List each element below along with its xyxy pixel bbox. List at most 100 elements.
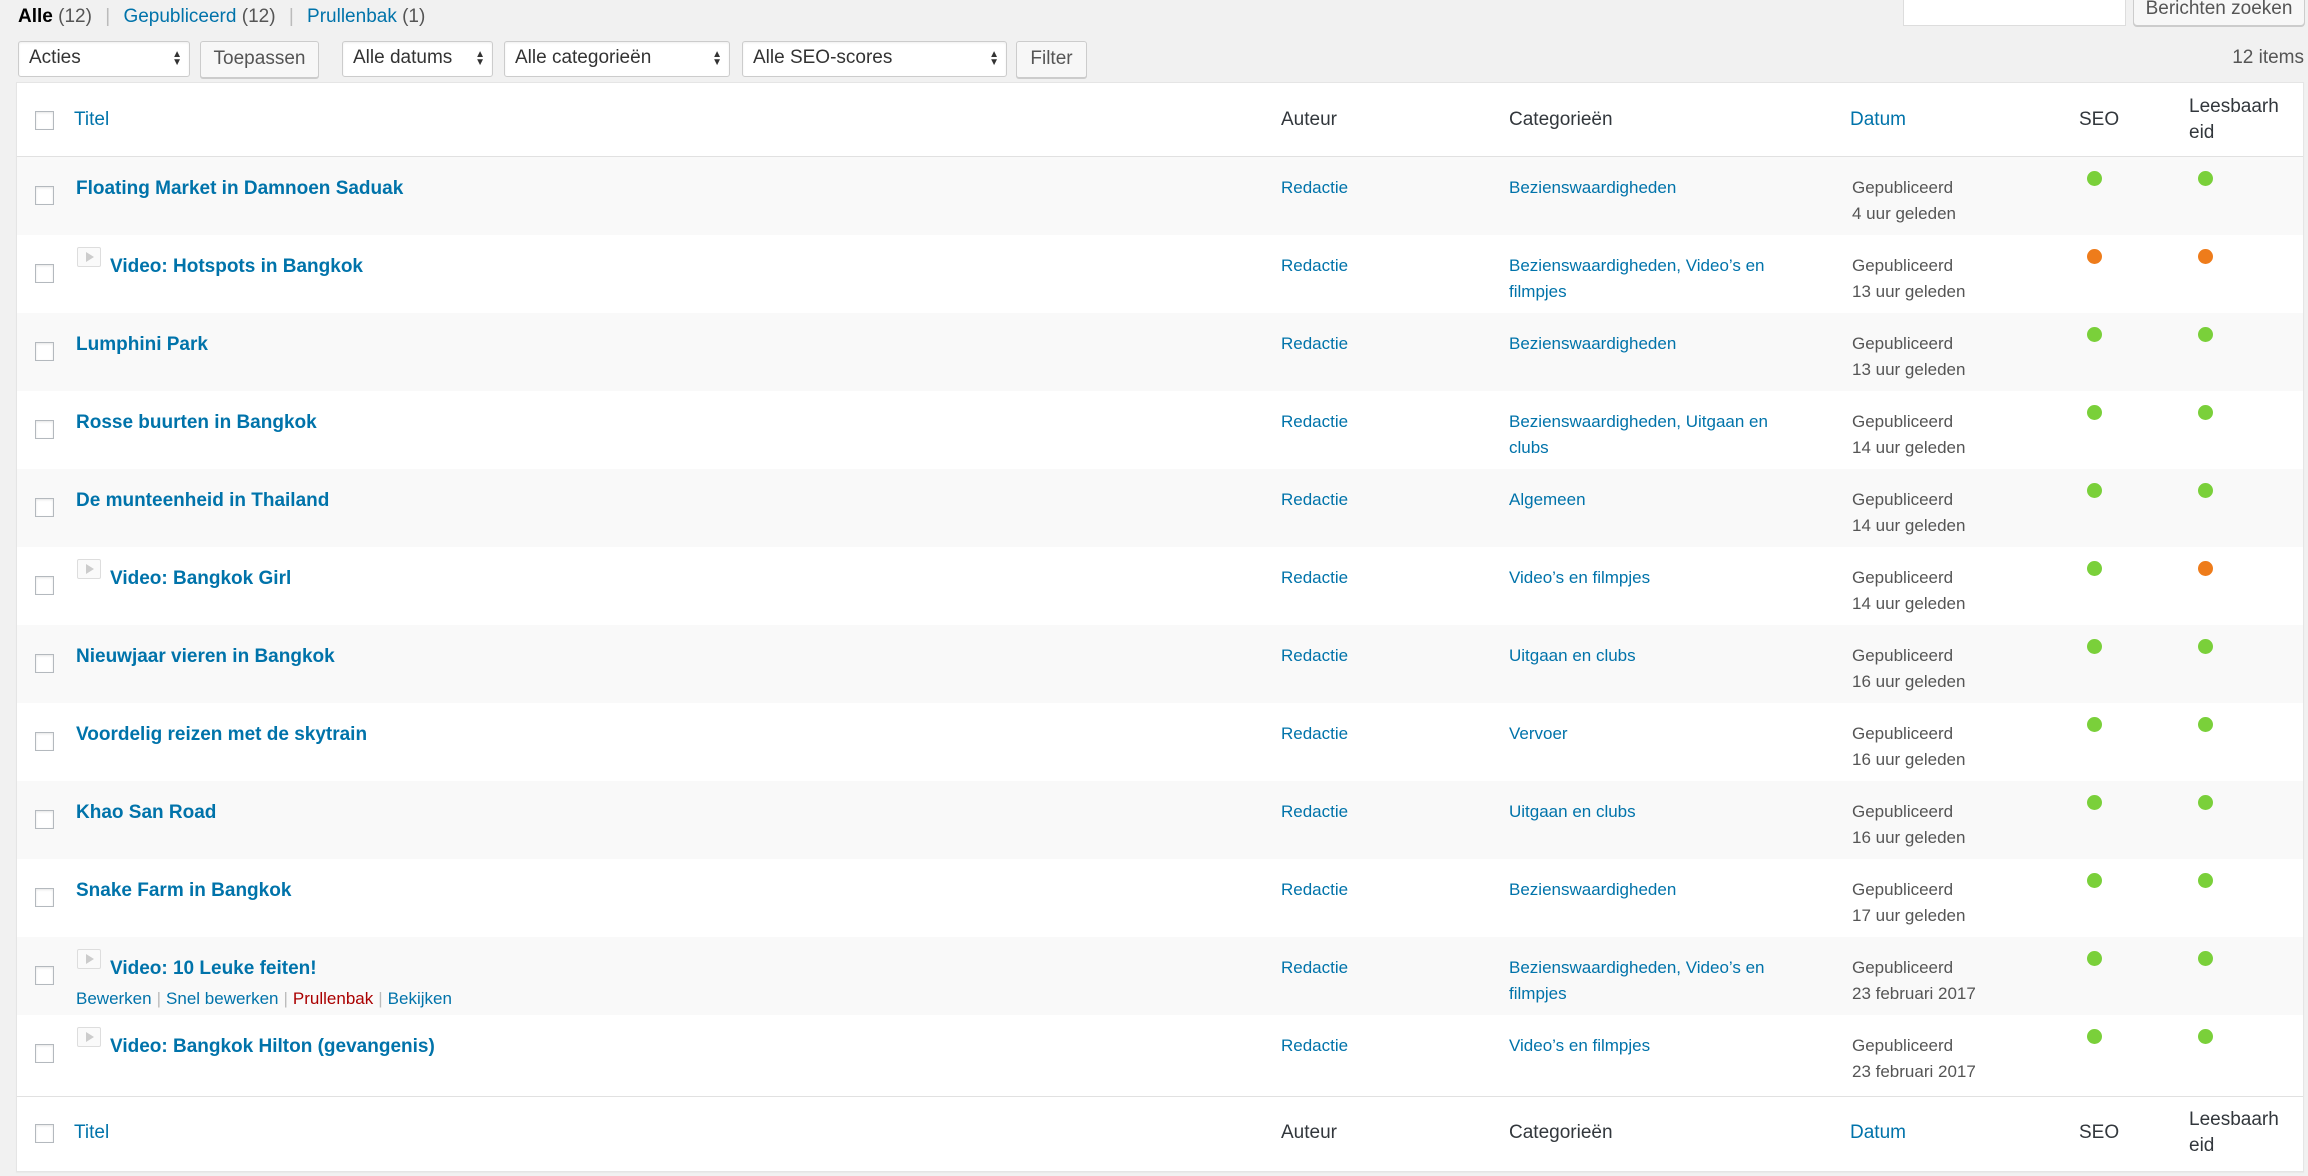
edit-link[interactable]: Bewerken (76, 989, 152, 1008)
row-checkbox[interactable] (35, 888, 54, 907)
row-checkbox[interactable] (35, 1044, 54, 1063)
category-links-line1[interactable]: Bezienswaardigheden, Video’s en (1509, 253, 1809, 279)
readability-score-icon (2198, 327, 2213, 342)
author-link[interactable]: Redactie (1281, 799, 1348, 825)
column-title-header[interactable]: Titel (74, 107, 109, 133)
column-title-footer[interactable]: Titel (74, 1120, 109, 1146)
date-cell: Gepubliceerd 14 uur geleden (1852, 487, 1965, 539)
search-posts-button[interactable]: Berichten zoeken (2133, 0, 2305, 26)
column-readability-header[interactable]: Leesbaarh eid (2189, 94, 2279, 146)
date-cell: Gepubliceerd 13 uur geleden (1852, 331, 1965, 383)
author-link[interactable]: Redactie (1281, 175, 1348, 201)
author-link[interactable]: Redactie (1281, 253, 1348, 279)
post-title-link[interactable]: Video: Hotspots in Bangkok (110, 256, 363, 278)
author-link[interactable]: Redactie (1281, 955, 1348, 981)
post-title-link[interactable]: Video: Bangkok Hilton (gevangenis) (110, 1036, 435, 1058)
post-title-link[interactable]: Khao San Road (76, 802, 216, 824)
separator: | (378, 989, 383, 1008)
category-links-line1[interactable]: Uitgaan en clubs (1509, 799, 1809, 825)
category-links-line1[interactable]: Algemeen (1509, 487, 1809, 513)
row-checkbox[interactable] (35, 810, 54, 829)
author-link[interactable]: Redactie (1281, 487, 1348, 513)
post-title-link[interactable]: Voordelig reizen met de skytrain (76, 724, 367, 746)
post-title-link[interactable]: Nieuwjaar vieren in Bangkok (76, 646, 335, 668)
categories-cell: Uitgaan en clubs (1509, 643, 1809, 669)
category-links-line2[interactable]: filmpjes (1509, 279, 1809, 305)
search-input[interactable] (1903, 0, 2126, 26)
date-cell: Gepubliceerd 16 uur geleden (1852, 721, 1965, 773)
column-readability-footer[interactable]: Leesbaarh eid (2189, 1107, 2279, 1159)
post-title-link[interactable]: Rosse buurten in Bangkok (76, 412, 317, 434)
category-links-line1[interactable]: Vervoer (1509, 721, 1809, 747)
post-title-link[interactable]: Video: Bangkok Girl (110, 568, 291, 590)
categories-select[interactable]: Alle categorieën ▲ ▼ (504, 41, 730, 77)
filter-button[interactable]: Filter (1016, 41, 1087, 78)
select-all-checkbox-footer[interactable] (35, 1124, 54, 1143)
author-link[interactable]: Redactie (1281, 643, 1348, 669)
post-status: Gepubliceerd (1852, 880, 1954, 899)
post-date: 4 uur geleden (1852, 204, 1956, 223)
seo-score-icon (2087, 1029, 2102, 1044)
seo-scores-value: Alle SEO-scores (753, 47, 893, 68)
quick-edit-link[interactable]: Snel bewerken (166, 989, 278, 1008)
row-checkbox[interactable] (35, 576, 54, 595)
author-link[interactable]: Redactie (1281, 409, 1348, 435)
row-checkbox[interactable] (35, 420, 54, 439)
row-checkbox[interactable] (35, 732, 54, 751)
category-links-line1[interactable]: Bezienswaardigheden (1509, 331, 1809, 357)
category-links-line2[interactable]: clubs (1509, 435, 1809, 461)
post-title-link[interactable]: Video: 10 Leuke feiten! (110, 958, 317, 980)
category-links-line1[interactable]: Bezienswaardigheden (1509, 175, 1809, 201)
filter-trash-count: (1) (402, 6, 426, 27)
readability-score-icon (2198, 561, 2213, 576)
trash-link[interactable]: Prullenbak (293, 989, 373, 1008)
row-checkbox[interactable] (35, 966, 54, 985)
post-title-link[interactable]: Snake Farm in Bangkok (76, 880, 291, 902)
row-checkbox[interactable] (35, 186, 54, 205)
author-link[interactable]: Redactie (1281, 331, 1348, 357)
row-checkbox[interactable] (35, 342, 54, 361)
category-links-line1[interactable]: Video’s en filmpjes (1509, 1033, 1809, 1059)
dates-select[interactable]: Alle datums ▲ ▼ (342, 41, 493, 77)
status-filters: Alle (12) | Gepubliceerd (12) | Prullenb… (18, 6, 425, 28)
category-links-line1[interactable]: Video’s en filmpjes (1509, 565, 1809, 591)
readability-score-icon (2198, 171, 2213, 186)
seo-score-icon (2087, 405, 2102, 420)
column-date-footer[interactable]: Datum (1850, 1120, 1906, 1146)
row-checkbox[interactable] (35, 654, 54, 673)
category-links-line2[interactable]: filmpjes (1509, 981, 1809, 1007)
apply-button[interactable]: Toepassen (200, 41, 319, 78)
bulk-actions-select[interactable]: Acties ▲ ▼ (18, 41, 190, 77)
category-links-line1[interactable]: Bezienswaardigheden, Video’s en (1509, 955, 1809, 981)
table-row: Floating Market in Damnoen Saduak Redacti… (17, 157, 2303, 235)
author-link[interactable]: Redactie (1281, 565, 1348, 591)
row-checkbox[interactable] (35, 498, 54, 517)
filter-all-link[interactable]: Alle (18, 6, 53, 27)
filter-trash-link[interactable]: Prullenbak (307, 6, 397, 27)
post-title-link[interactable]: De munteenheid in Thailand (76, 490, 329, 512)
category-links-line1[interactable]: Bezienswaardigheden, Uitgaan en (1509, 409, 1809, 435)
column-seo-footer[interactable]: SEO (2079, 1120, 2119, 1146)
author-link[interactable]: Redactie (1281, 721, 1348, 747)
seo-scores-select[interactable]: Alle SEO-scores ▲ ▼ (742, 41, 1007, 77)
post-title-link[interactable]: Lumphini Park (76, 334, 208, 356)
view-link[interactable]: Bekijken (388, 989, 452, 1008)
post-date: 16 uur geleden (1852, 750, 1966, 769)
column-date-header[interactable]: Datum (1850, 107, 1906, 133)
column-readability-line1: Leesbaarh (2189, 1109, 2279, 1130)
row-checkbox[interactable] (35, 264, 54, 283)
date-cell: Gepubliceerd 23 februari 2017 (1852, 1033, 1976, 1085)
category-links-line1[interactable]: Uitgaan en clubs (1509, 643, 1809, 669)
row-actions: Bewerken | Snel bewerken | Prullenbak | Bekijk… (76, 989, 452, 1009)
category-links-line1[interactable]: Bezienswaardigheden (1509, 877, 1809, 903)
seo-score-icon (2087, 717, 2102, 732)
author-link[interactable]: Redactie (1281, 1033, 1348, 1059)
filter-published-link[interactable]: Gepubliceerd (123, 6, 236, 27)
column-seo-header[interactable]: SEO (2079, 107, 2119, 133)
author-link[interactable]: Redactie (1281, 877, 1348, 903)
select-all-checkbox[interactable] (35, 111, 54, 130)
categories-cell: Bezienswaardigheden, Video’s en filmpjes (1509, 253, 1809, 305)
post-title-link[interactable]: Floating Market in Damnoen Saduak (76, 178, 403, 200)
dates-value: Alle datums (353, 47, 453, 68)
readability-score-icon (2198, 951, 2213, 966)
